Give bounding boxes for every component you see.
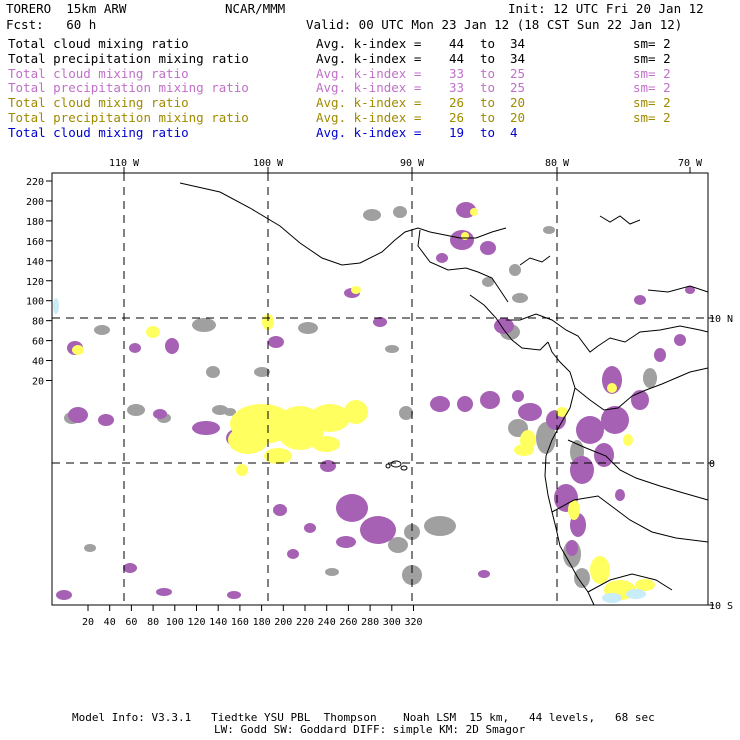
x-tick-label: 220 — [296, 617, 314, 628]
longitude-label: 90 W — [400, 158, 425, 169]
y-tick-label: 140 — [26, 257, 44, 268]
longitude-label: 80 W — [545, 158, 570, 169]
y-tick-label: 60 — [32, 337, 44, 348]
x-tick-label: 160 — [231, 617, 249, 628]
y-tick-label: 120 — [26, 277, 44, 288]
y-tick-label: 200 — [26, 197, 44, 208]
y-tick-label: 20 — [32, 377, 44, 388]
y-tick-label: 180 — [26, 217, 44, 228]
longitude-label: 70 W — [678, 158, 703, 169]
physics-info-line: LW: Godd SW: Goddard DIFF: simple KM: 2D… — [214, 723, 526, 736]
x-tick-label: 120 — [187, 617, 205, 628]
x-tick-label: 20 — [82, 617, 94, 628]
y-tick-label: 40 — [32, 357, 44, 368]
map-canvas: 2202001801601401201008060402020 40 60 80 100… — [26, 158, 733, 628]
x-tick-label: 280 — [361, 617, 379, 628]
x-tick-label: 60 — [125, 617, 137, 628]
x-tick-label: 240 — [318, 617, 336, 628]
y-tick-label: 220 — [26, 177, 44, 188]
latitude-label: 10 S — [709, 601, 733, 612]
x-tick-label: 320 — [404, 617, 422, 628]
latitude-label: 0 — [709, 459, 715, 470]
y-tick-label: 80 — [32, 317, 44, 328]
x-tick-label: 80 — [147, 617, 159, 628]
longitude-label: 110 W — [109, 158, 140, 169]
y-tick-label: 160 — [26, 237, 44, 248]
x-tick-label: 260 — [339, 617, 357, 628]
x-tick-label: 300 — [383, 617, 401, 628]
x-tick-label: 140 — [209, 617, 227, 628]
longitude-label: 100 W — [253, 158, 284, 169]
x-tick-label: 200 — [274, 617, 292, 628]
y-tick-label: 100 — [26, 297, 44, 308]
latitude-label: 10 N — [709, 314, 733, 325]
x-tick-label: 100 — [166, 617, 184, 628]
x-tick-label: 180 — [253, 617, 271, 628]
x-tick-label: 40 — [104, 617, 116, 628]
